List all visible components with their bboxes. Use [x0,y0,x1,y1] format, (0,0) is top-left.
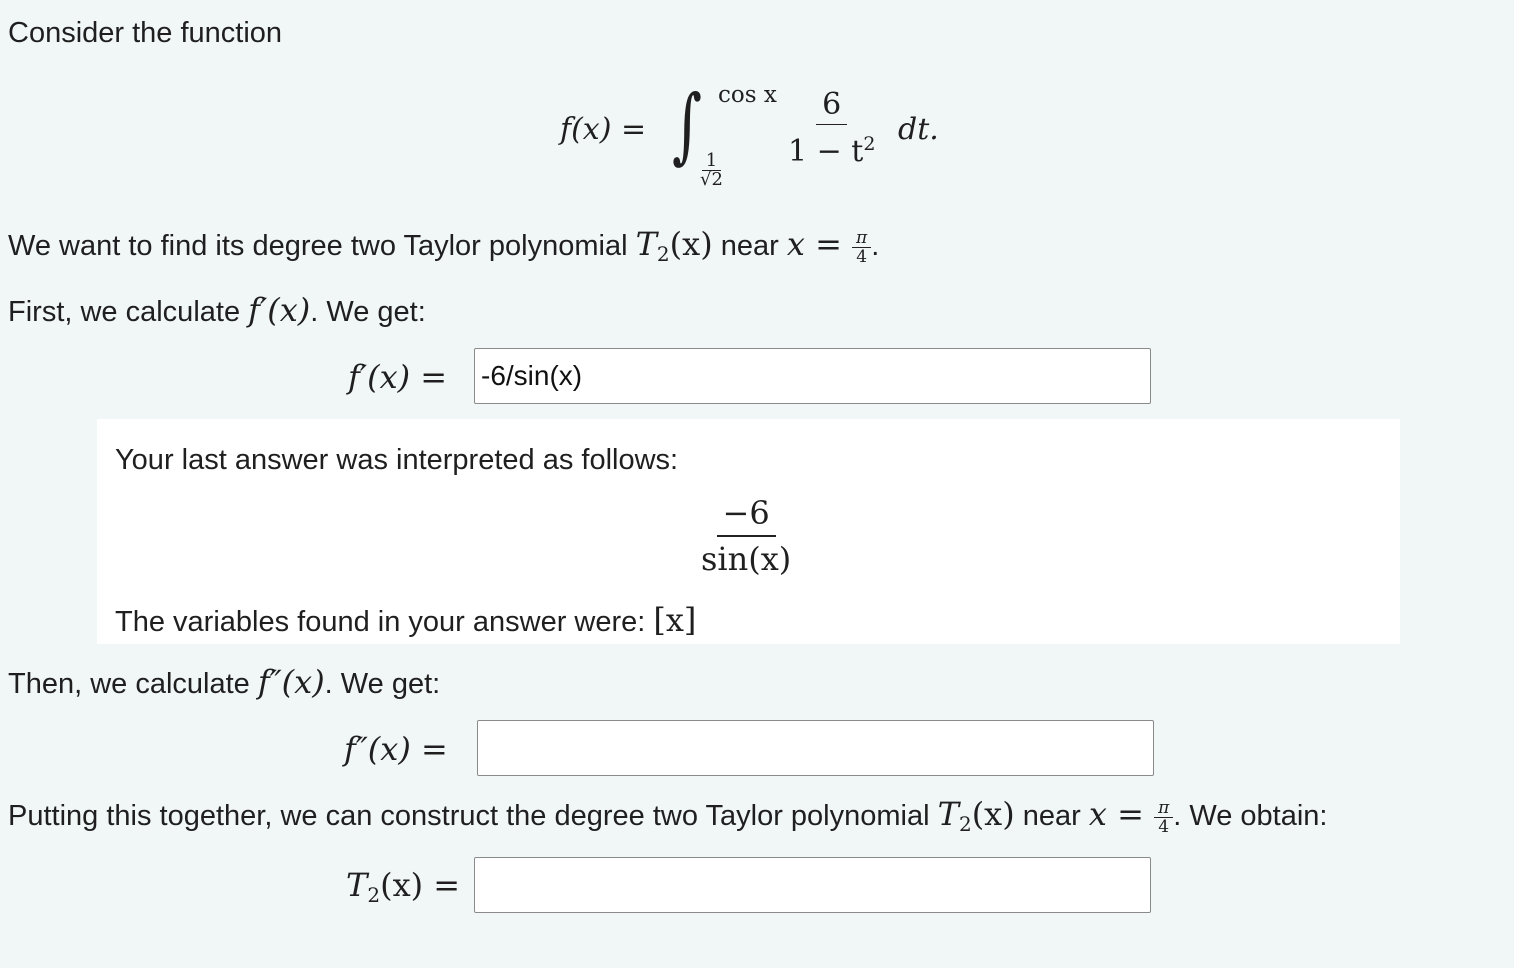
goal-text: We want to find its degree two Taylor po… [8,225,880,267]
function-definition: f(x) = ∫ cos x 1 √2 6 1 − t2 dt. [560,78,960,200]
integrand: 6 1 − t2 [788,86,875,171]
feedback-heading: Your last answer was interpreted as foll… [115,444,679,476]
feedback-numerator: −6 [716,491,776,537]
feedback-denominator: sin(x) [701,540,792,578]
step1-text: First, we calculate f′(x). We get: [8,291,426,329]
lower-limit-denominator: √2 [700,169,723,190]
step2-text: Then, we calculate f″(x). We get: [8,663,441,701]
integrand-denominator: 1 − t2 [788,133,876,169]
feedback-panel: Your last answer was interpreted as foll… [97,419,1400,644]
integral-sign-icon: ∫ [672,78,702,173]
intro-text: Consider the function [8,17,283,49]
taylor-label: T2(x) = [346,866,461,907]
upper-limit: cos x [718,82,777,108]
taylor-answer-input[interactable] [474,857,1151,913]
lower-limit: 1 √2 [700,152,723,189]
feedback-expression: −6 sin(x) [701,491,791,581]
fdouble-answer-input[interactable] [477,720,1154,776]
fprime-label: f′(x) = [348,358,448,396]
integrand-numerator: 6 [816,86,848,125]
fdouble-label: f″(x) = [344,730,448,768]
pi-over-4: π4 [852,229,872,266]
function-lhs: f(x) = [560,112,647,147]
step3-text: Putting this together, we can construct … [8,795,1328,837]
fprime-answer-input[interactable] [474,348,1151,404]
pi-over-4: π4 [1154,799,1174,836]
feedback-variables: The variables found in your answer were:… [115,601,697,639]
differential: dt. [898,112,939,147]
